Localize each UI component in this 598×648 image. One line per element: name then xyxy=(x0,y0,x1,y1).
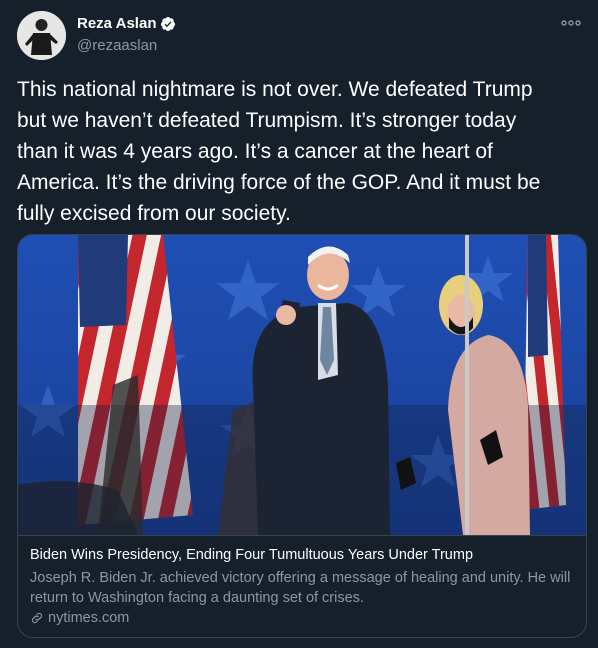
tweet[interactable]: Reza Aslan @rezaaslan This national nigh… xyxy=(0,0,598,648)
display-name[interactable]: Reza Aslan xyxy=(77,15,156,32)
tweet-text: This national nightmare is not over. We … xyxy=(17,78,541,225)
avatar[interactable] xyxy=(17,11,66,60)
link-card[interactable]: Biden Wins Presidency, Ending Four Tumul… xyxy=(17,234,587,638)
verified-badge-icon xyxy=(161,16,176,31)
user-handle[interactable]: @rezaaslan xyxy=(77,37,157,54)
tweet-header: Reza Aslan @rezaaslan xyxy=(17,11,587,61)
card-title: Biden Wins Presidency, Ending Four Tumul… xyxy=(30,547,474,563)
card-domain: nytimes.com xyxy=(30,610,129,626)
card-image[interactable] xyxy=(18,235,586,535)
card-description: Joseph R. Biden Jr. achieved victory off… xyxy=(30,570,571,606)
more-options-icon[interactable] xyxy=(559,15,583,31)
card-domain-text: nytimes.com xyxy=(48,610,130,626)
link-icon xyxy=(31,612,43,624)
card-body[interactable]: Biden Wins Presidency, Ending Four Tumul… xyxy=(18,535,586,637)
name-line: Reza Aslan xyxy=(77,15,176,32)
